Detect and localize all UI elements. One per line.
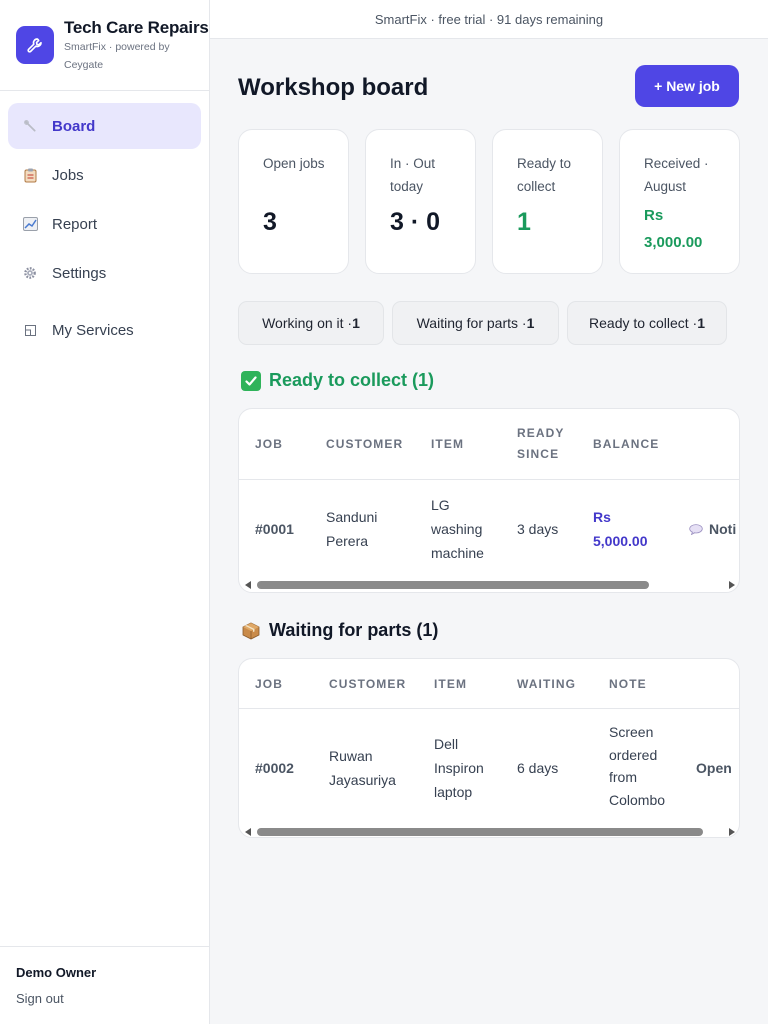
stat-card-in-out-today: In · Out today 3 · 0 — [365, 129, 476, 274]
section-title: Waiting for parts (1) — [269, 620, 439, 640]
stat-label: Open jobs — [263, 156, 325, 171]
ready-table: JOB CUSTOMER ITEM READY SINCE BALANCE #0… — [238, 408, 740, 593]
section-waiting-heading: Waiting for parts (1) — [241, 620, 438, 641]
chip-label: Working on it · — [262, 315, 353, 331]
stat-label: In · Out today — [390, 156, 436, 194]
column-header: READY SINCE — [517, 426, 565, 461]
horizontal-scrollbar[interactable] — [239, 825, 739, 837]
wrench-icon — [22, 118, 38, 134]
horizontal-scrollbar[interactable] — [239, 578, 739, 592]
brand-subtitle: SmartFix · powered by Ceygate — [64, 41, 170, 71]
wrench-icon — [16, 26, 54, 64]
job-number: #0001 — [255, 521, 294, 537]
sidebar-item-label: My Services — [52, 321, 134, 339]
window-icon — [22, 322, 38, 338]
scrollbar-thumb[interactable] — [257, 828, 703, 836]
scrollbar-thumb[interactable] — [257, 581, 649, 589]
table-header-row: JOB CUSTOMER ITEM WAITING NOTE — [239, 659, 739, 709]
scroll-right-icon[interactable] — [729, 581, 735, 589]
chip-count: 1 — [352, 315, 360, 331]
stat-value: Rs 3,000.00 — [644, 207, 703, 251]
sidebar-item-label: Board — [52, 117, 96, 135]
scroll-left-icon[interactable] — [245, 828, 251, 836]
note-text: Screen ordered from Colombo — [609, 724, 666, 808]
stat-value: 3 — [263, 208, 277, 236]
item-name: Dell Inspiron laptop — [434, 736, 484, 800]
chart-icon — [22, 216, 38, 232]
brand-name: Tech Care Repairs — [64, 18, 209, 37]
stat-card-received: Received · August Rs 3,000.00 — [619, 129, 740, 274]
customer-name: Sanduni Perera — [326, 509, 378, 549]
column-header: NOTE — [609, 677, 647, 691]
gear-icon — [22, 265, 38, 281]
sidebar-item-board[interactable]: Board — [8, 103, 201, 149]
sign-out-link[interactable]: Sign out — [16, 991, 64, 1006]
waiting-duration: 6 days — [517, 760, 559, 776]
column-header: BALANCE — [593, 437, 660, 451]
checkmark-box-icon — [241, 370, 261, 391]
customer-name: Ruwan Jayasuriya — [329, 748, 396, 788]
scroll-right-icon[interactable] — [729, 828, 735, 836]
speech-bubble-icon — [689, 518, 703, 542]
stat-label: Ready to collect — [517, 156, 572, 194]
sidebar-item-label: Settings — [52, 264, 107, 282]
table-header-row: JOB CUSTOMER ITEM READY SINCE BALANCE — [239, 409, 739, 480]
sidebar-item-jobs[interactable]: Jobs — [8, 152, 201, 198]
column-header: JOB — [255, 437, 283, 451]
sidebar-item-my-services[interactable]: My Services — [8, 307, 201, 353]
notify-label: Noti — [709, 521, 737, 537]
trial-banner: SmartFix · free trial · 91 days remainin… — [210, 0, 768, 39]
clipboard-icon — [22, 167, 38, 183]
filter-chip-ready[interactable]: Ready to collect · 1 — [567, 301, 727, 345]
chip-label: Waiting for parts · — [416, 315, 527, 331]
sidebar: Tech Care Repairs SmartFix · powered by … — [0, 0, 210, 1024]
chip-label: Ready to collect · — [589, 315, 698, 331]
owner-name: Demo Owner — [16, 965, 97, 980]
brand-header: Tech Care Repairs SmartFix · powered by … — [0, 0, 209, 91]
section-title: Ready to collect (1) — [269, 370, 435, 390]
stat-value: 1 — [517, 208, 531, 236]
waiting-table: JOB CUSTOMER ITEM WAITING NOTE #0002 Ruw… — [238, 658, 740, 838]
column-header: JOB — [255, 677, 283, 691]
open-button[interactable]: Open — [696, 756, 732, 780]
package-icon — [241, 621, 261, 641]
filter-chip-working[interactable]: Working on it · 1 — [238, 301, 384, 345]
ready-since: 3 days — [517, 521, 559, 537]
chip-count: 1 — [697, 315, 705, 331]
column-header: CUSTOMER — [329, 677, 407, 691]
filter-chip-waiting[interactable]: Waiting for parts · 1 — [392, 301, 559, 345]
stat-value: 3 · 0 — [390, 208, 441, 236]
sidebar-item-settings[interactable]: Settings — [8, 250, 201, 296]
new-job-button[interactable]: + New job — [635, 65, 739, 107]
notify-button[interactable]: Noti — [689, 517, 736, 542]
job-number: #0002 — [255, 760, 294, 776]
column-header: ITEM — [431, 437, 465, 451]
page-title: Workshop board — [238, 74, 429, 101]
item-name: LG washing machine — [431, 497, 484, 561]
stat-label: Received · August — [644, 156, 709, 194]
stat-card-ready-to-collect: Ready to collect 1 — [492, 129, 603, 274]
column-header: ITEM — [434, 677, 468, 691]
column-header: WAITING — [517, 677, 577, 691]
chip-count: 1 — [526, 315, 535, 331]
column-header: CUSTOMER — [326, 437, 404, 451]
sidebar-item-report[interactable]: Report — [8, 201, 201, 247]
balance-amount: Rs 5,000.00 — [593, 509, 648, 549]
scroll-left-icon[interactable] — [245, 581, 251, 589]
stat-card-open-jobs: Open jobs 3 — [238, 129, 349, 274]
section-ready-heading: Ready to collect (1) — [241, 370, 434, 391]
sidebar-item-label: Jobs — [52, 166, 84, 184]
sidebar-footer: Demo Owner Sign out — [0, 946, 209, 1024]
sidebar-item-label: Report — [52, 215, 98, 233]
